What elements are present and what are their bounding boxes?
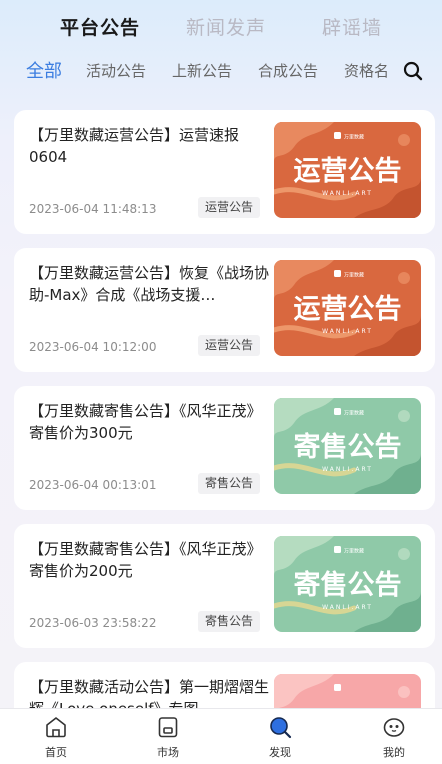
announcement-time: 2023-06-04 10:12:00 xyxy=(29,340,157,354)
top-tab-bar: 平台公告 新闻发声 辟谣墙 xyxy=(0,0,442,50)
thumbnail-title: 运营公告 xyxy=(294,294,402,325)
announcement-card[interactable]: 【万里数藏寄售公告】《风华正茂》寄售价为300元 2023-06-04 00:1… xyxy=(14,386,435,510)
thumbnail-title: 运营公告 xyxy=(294,156,402,187)
nav-discover-label: 发现 xyxy=(269,746,291,759)
discover-icon xyxy=(270,717,292,739)
announcement-time: 2023-06-04 00:13:01 xyxy=(29,478,157,492)
nav-home[interactable]: 首页 xyxy=(1,709,111,764)
profile-icon xyxy=(383,718,405,737)
thumbnail-logo-text: 万里数藏 xyxy=(344,134,364,141)
announcement-thumbnail: 万里数藏 寄售公告 WANLI.ART xyxy=(274,536,421,632)
nav-profile-label: 我的 xyxy=(383,746,405,759)
nav-market-label: 市场 xyxy=(157,746,179,759)
market-icon xyxy=(158,717,178,738)
announcement-card[interactable]: 【万里数藏寄售公告】《风华正茂》寄售价为200元 2023-06-03 23:5… xyxy=(14,524,435,648)
nav-discover[interactable]: 发现 xyxy=(225,709,335,764)
search-icon[interactable] xyxy=(402,60,424,82)
bottom-nav: 首页 市场 发现 我的 xyxy=(0,708,442,764)
category-tab-new-release[interactable]: 上新公告 xyxy=(172,60,232,81)
announcement-card[interactable]: 【万里数藏运营公告】运营速报0604 2023-06-04 11:48:13 运… xyxy=(14,110,435,234)
announcement-title: 【万里数藏运营公告】恢复《战场协助-Max》合成《战场支援… xyxy=(29,264,269,304)
announcement-title: 【万里数藏寄售公告】《风华正茂》寄售价为300元 xyxy=(29,402,262,442)
thumbnail-brand: WANLI.ART xyxy=(322,328,373,335)
category-tab-qualification[interactable]: 资格名 xyxy=(344,60,389,81)
thumbnail-logo-text: 万里数藏 xyxy=(344,548,364,555)
tab-news[interactable]: 新闻发声 xyxy=(186,13,266,40)
category-tab-all[interactable]: 全部 xyxy=(26,57,62,83)
announcement-thumbnail: 万里数藏 运营公告 WANLI.ART xyxy=(274,122,421,218)
thumbnail-logo-text: 万里数藏 xyxy=(344,410,364,417)
announcement-time: 2023-06-04 11:48:13 xyxy=(29,202,157,216)
thumbnail-title: 寄售公告 xyxy=(294,431,402,463)
thumbnail-brand: WANLI.ART xyxy=(322,190,373,197)
announcement-card[interactable]: 【万里数藏运营公告】恢复《战场协助-Max》合成《战场支援… 2023-06-0… xyxy=(14,248,435,372)
nav-profile[interactable]: 我的 xyxy=(339,709,442,764)
category-badge: 寄售公告 xyxy=(198,611,261,632)
announcement-time: 2023-06-03 23:58:22 xyxy=(29,616,157,630)
announcement-thumbnail: 万里数藏 运营公告 WANLI.ART xyxy=(274,260,421,356)
thumbnail-logo-text: 万里数藏 xyxy=(344,272,364,279)
tab-rumor-wall[interactable]: 辟谣墙 xyxy=(322,13,382,40)
home-icon xyxy=(46,717,66,738)
thumbnail-title: 寄售公告 xyxy=(294,569,402,601)
announcement-title: 【万里数藏运营公告】运营速报0604 xyxy=(29,126,240,166)
tab-platform-announcements[interactable]: 平台公告 xyxy=(60,13,140,40)
category-tab-synthesis[interactable]: 合成公告 xyxy=(258,60,318,81)
category-tab-bar: 全部 活动公告 上新公告 合成公告 资格名 xyxy=(0,56,442,86)
nav-home-label: 首页 xyxy=(45,746,67,759)
thumbnail-brand: WANLI.ART xyxy=(322,604,373,611)
nav-market[interactable]: 市场 xyxy=(113,709,223,764)
announcement-title: 【万里数藏寄售公告】《风华正茂》寄售价为200元 xyxy=(29,540,262,580)
category-badge: 运营公告 xyxy=(198,335,261,356)
thumbnail-brand: WANLI.ART xyxy=(322,466,373,473)
category-badge: 运营公告 xyxy=(198,197,261,218)
announcement-thumbnail: 万里数藏 寄售公告 WANLI.ART xyxy=(274,398,421,494)
category-tab-activity[interactable]: 活动公告 xyxy=(86,60,146,81)
category-badge: 寄售公告 xyxy=(198,473,261,494)
